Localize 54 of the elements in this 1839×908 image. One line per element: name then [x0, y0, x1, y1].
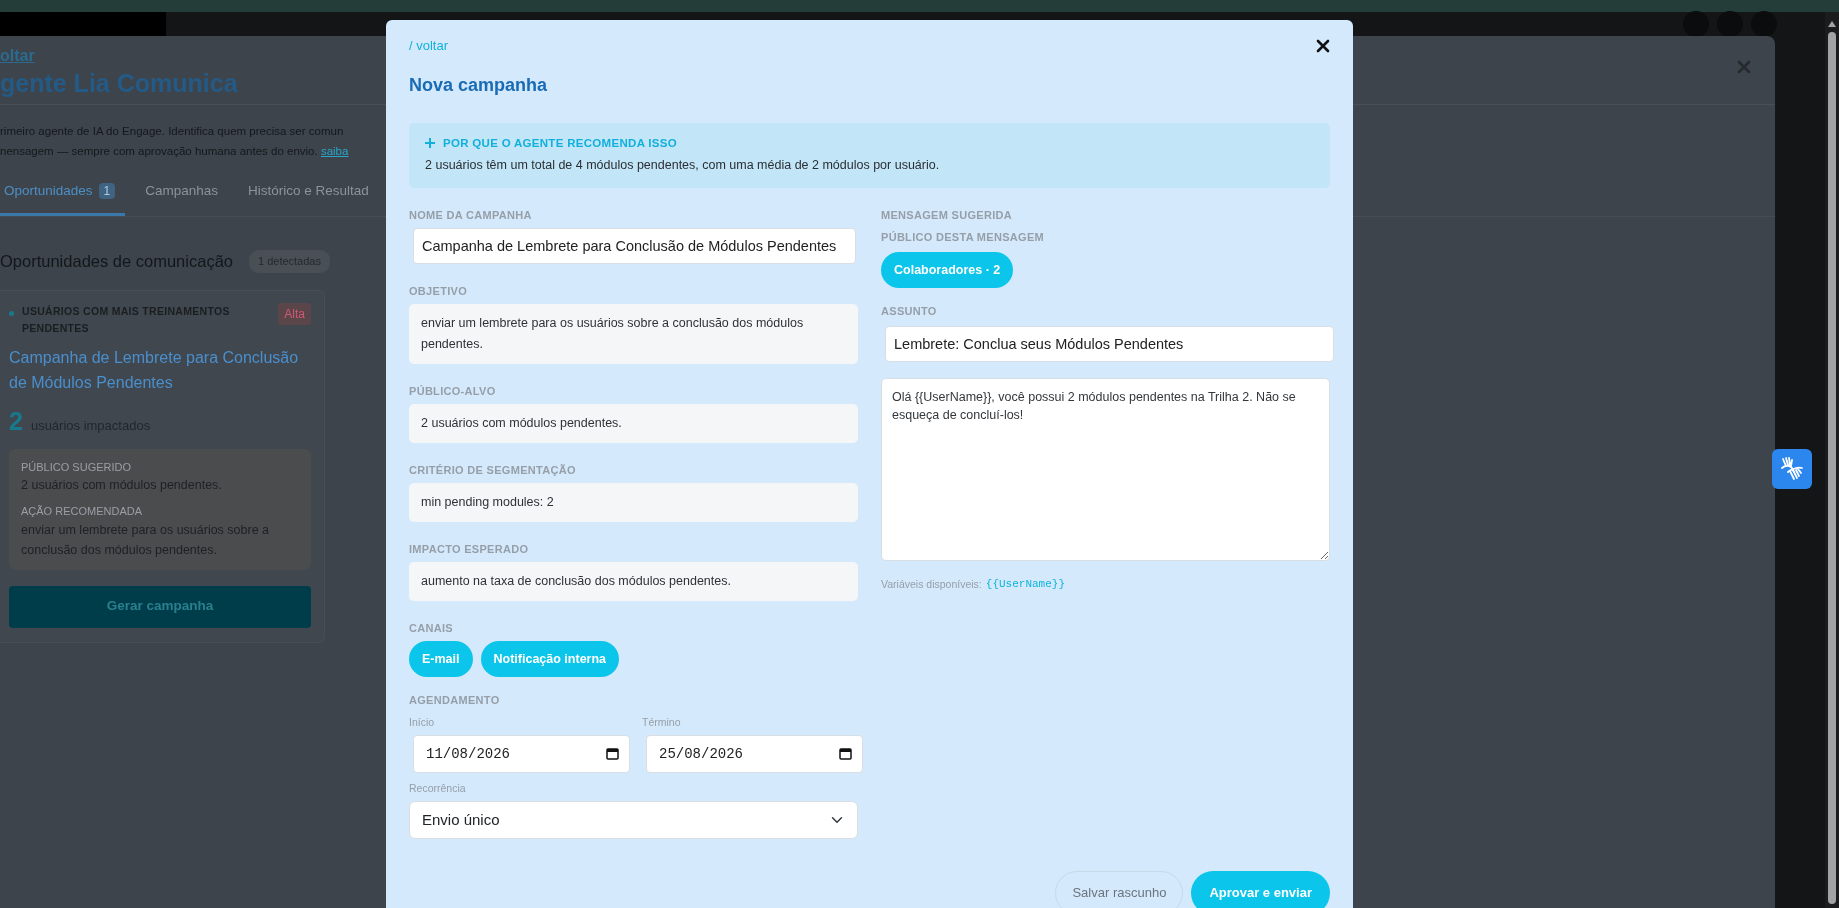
variable-token[interactable]: {{UserName}} — [985, 576, 1065, 593]
approve-send-button[interactable]: Aprovar e enviar — [1191, 870, 1330, 908]
field-label: CRITÉRIO DE SEGMENTAÇÃO — [409, 462, 577, 477]
count-badge: 1 — [98, 183, 116, 199]
sign-language-hands-icon[interactable] — [1772, 449, 1812, 489]
back-link[interactable]: oltar — [0, 44, 238, 68]
tab[interactable]: Oportunidades 1 — [0, 171, 126, 217]
channel-toggle[interactable]: Notificação interna — [480, 640, 620, 678]
field-label: IMPACTO ESPERADO — [409, 541, 530, 556]
recommendation-title[interactable]: POR QUE O AGENTE RECOMENDA ISSO — [443, 134, 677, 152]
priority-badge: Alta — [278, 303, 311, 325]
channel-toggle[interactable]: E-mail — [409, 640, 473, 678]
date-label: Término — [642, 715, 682, 731]
date-label: Início — [409, 715, 436, 731]
calendar-icon[interactable] — [606, 747, 619, 760]
generate-campaign-button[interactable]: Gerar campanha — [9, 585, 311, 628]
scrollbar-thumb[interactable] — [1828, 32, 1836, 904]
readonly-field: 2 usuários com módulos pendentes. — [409, 403, 858, 443]
close-icon[interactable] — [1316, 38, 1330, 53]
opportunity-title: Campanha de Lembrete para Conclusão de Módulos Pendentes — [9, 348, 300, 393]
readonly-field: min pending modules: 2 — [409, 482, 858, 522]
tab[interactable]: Campanhas — [141, 171, 229, 217]
detail-label: AÇÃO RECOMENDADA — [21, 504, 144, 519]
scrollbar[interactable] — [1825, 12, 1839, 908]
modal-title: Nova campanha — [409, 73, 549, 97]
detail-label: PÚBLICO SUGERIDO — [21, 459, 133, 475]
recurrence-label: Recorrência — [409, 781, 467, 796]
message-body-field[interactable]: Olá {{UserName}}, você possui 2 módulos pendentes na Trilha 2. Não se esqueça de concluí-los! — [881, 378, 1330, 562]
learn-more-link[interactable]: saiba — [320, 145, 349, 157]
field-label: AGENDAMENTO — [409, 693, 501, 708]
field-label: CANAIS — [409, 620, 454, 635]
field-label: NOME DA CAMPANHA — [409, 207, 533, 222]
impact-count: 2 — [9, 406, 23, 437]
audience-chip[interactable]: Colaboradores · 2 — [881, 251, 1014, 289]
field-label: PÚBLICO DESTA MENSAGEM — [881, 229, 1046, 244]
field-label: OBJETIVO — [409, 283, 469, 298]
campaign-name-input[interactable]: Campanha de Lembrete para Conclusão de Módulos Pendentes — [413, 227, 856, 264]
readonly-field: enviar um lembrete para os usuários sobre a conclusão dos módulos pendentes. — [409, 303, 858, 364]
field-label: PÚBLICO-ALVO — [409, 383, 497, 398]
readonly-field: aumento na taxa de conclusão dos módulos pendentes. — [409, 561, 858, 601]
field-label: ASSUNTO — [881, 304, 938, 319]
date-field[interactable]: 25/08/2026 — [646, 735, 863, 773]
recommendation-text: 2 usuários têm um total de 4 módulos pendentes, com uma média de 2 módulos por usuário. — [425, 156, 941, 174]
status-dot — [9, 311, 14, 316]
subject-input[interactable]: Lembrete: Conclua seus Módulos Pendentes — [885, 326, 1334, 363]
page-title: gente Lia Comunica — [0, 68, 238, 98]
section-label: MENSAGEM SUGERIDA — [881, 207, 1013, 222]
back-link[interactable]: / voltar — [409, 36, 448, 56]
variables-label: Variáveis disponíveis: — [881, 576, 982, 592]
calendar-icon[interactable] — [839, 747, 852, 760]
recurrence-select[interactable]: Envio único — [409, 800, 858, 839]
scroll-up-arrow-icon[interactable] — [1827, 20, 1837, 28]
tab[interactable]: Histórico e Resultad — [244, 171, 379, 217]
date-field[interactable]: 11/08/2026 — [413, 735, 630, 773]
